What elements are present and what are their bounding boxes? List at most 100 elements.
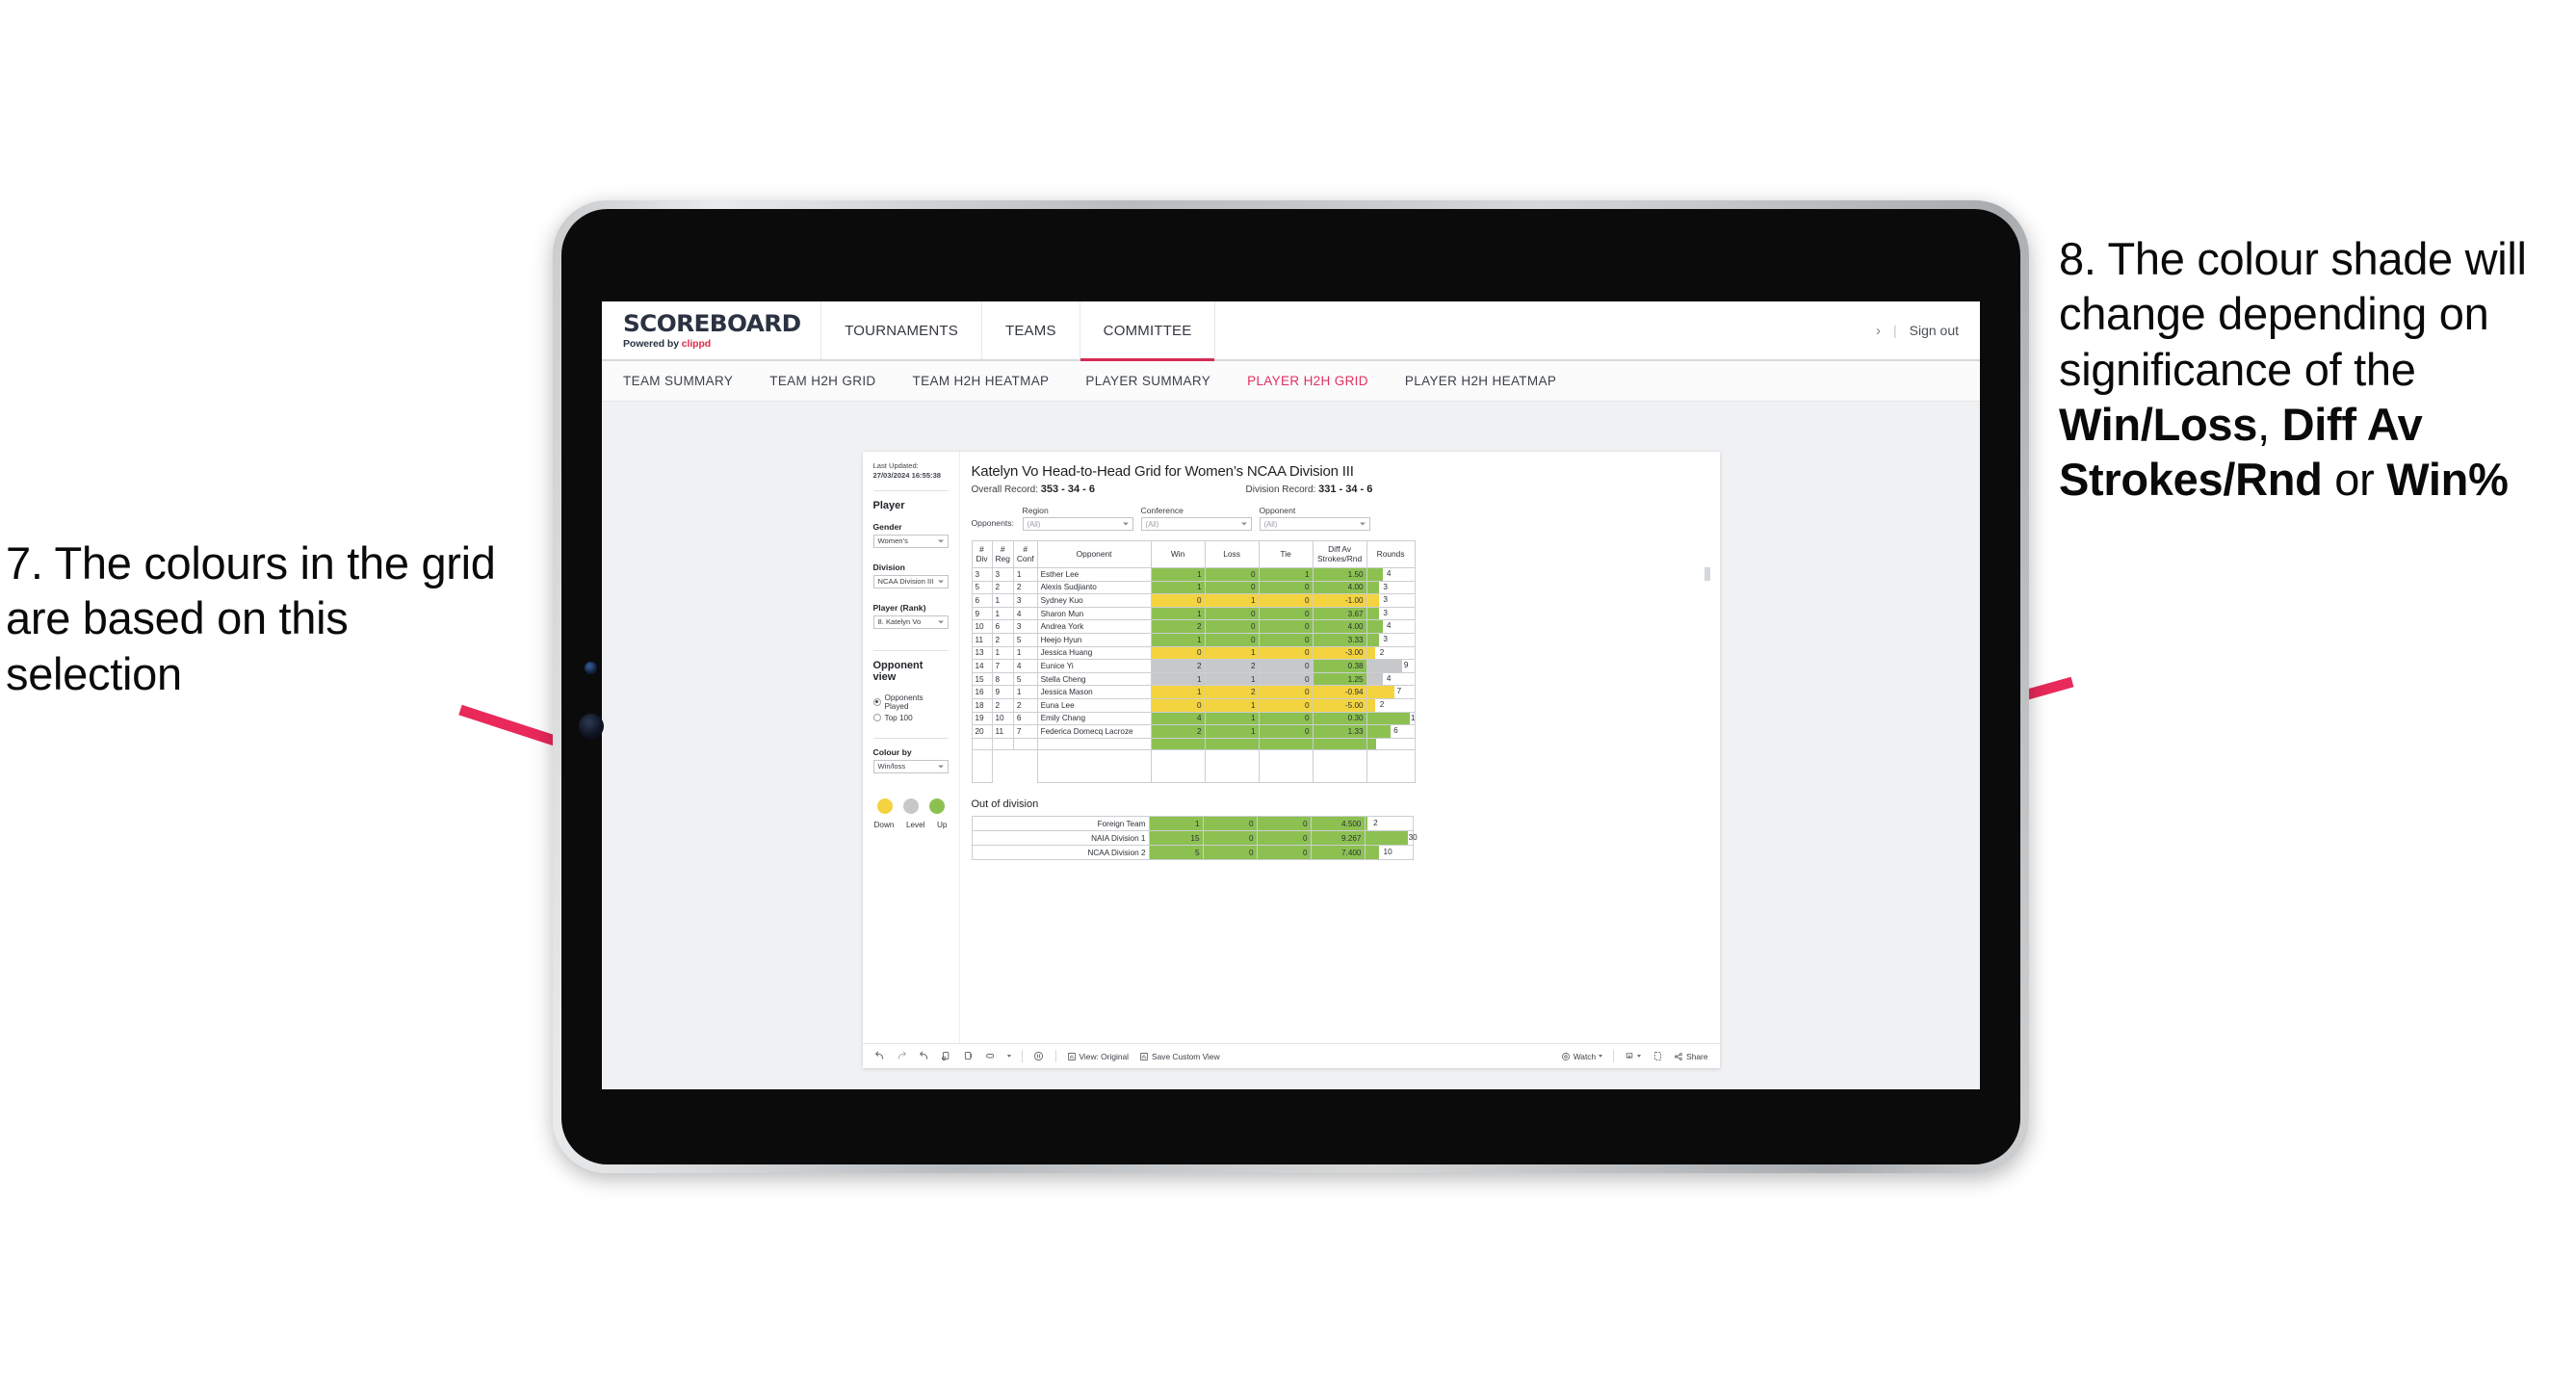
cell-opponent: Eunice Yi (1036, 659, 1152, 673)
cell-div: 3 (971, 567, 993, 582)
cell-opponent: Alexis Sudjianto (1036, 580, 1152, 595)
player-rank-select[interactable]: 8. Katelyn Vo (872, 615, 949, 629)
legend-label-level: Level (905, 820, 925, 829)
annotation-left: 7. The colours in the grid are based on … (6, 537, 496, 699)
rounds-bar (1367, 686, 1395, 698)
cell-tie: 0 (1258, 711, 1314, 726)
view-original-button[interactable]: View: Original (1067, 1051, 1130, 1061)
subnav-item-team-h2h-heatmap[interactable]: TEAM H2H HEATMAP (913, 374, 1050, 388)
table-row[interactable]: 14 7 4 Eunice Yi 2 2 0 0.38 9 (971, 659, 1416, 673)
division-value: NCAA Division III (877, 577, 934, 586)
save-custom-view-button[interactable]: Save Custom View (1139, 1052, 1220, 1061)
fullscreen-icon[interactable] (1652, 1051, 1663, 1062)
out-of-division-row[interactable]: NAIA Division 1 15 0 0 9.267 30 (971, 830, 1418, 847)
brand-title: SCOREBOARD (623, 309, 801, 337)
share-button[interactable]: Share (1674, 1052, 1708, 1061)
highlight-icon[interactable] (985, 1051, 997, 1062)
cell-conf: 1 (1012, 645, 1038, 661)
conference-select[interactable]: (All) (1140, 517, 1252, 531)
conference-label: Conference (1140, 506, 1184, 515)
table-row[interactable]: 3 3 1 Esther Lee 1 0 1 1.50 4 (971, 567, 1416, 582)
opponent-select[interactable]: (All) (1259, 517, 1370, 531)
subnav-item-team-summary[interactable]: TEAM SUMMARY (623, 374, 733, 388)
cell-opponent: Andrea York (1036, 619, 1152, 634)
topnav-item-tournaments[interactable]: TOURNAMENTS (821, 301, 982, 359)
cell-div: 13 (971, 645, 993, 661)
cell-ood-win: 15 (1148, 830, 1204, 847)
rounds-value: 7 (1396, 687, 1402, 696)
watch-button[interactable]: Watch (1561, 1052, 1603, 1061)
cell-conf: 1 (1012, 685, 1038, 699)
rounds-bar (1367, 673, 1383, 685)
cell-rounds: 3 (1366, 632, 1416, 647)
division-select[interactable]: NCAA Division III (872, 574, 949, 588)
cell-rounds: 3 (1366, 580, 1416, 595)
table-row[interactable]: 13 1 1 Jessica Huang 0 1 0 -3.00 2 (971, 645, 1416, 661)
region-select[interactable]: (All) (1022, 517, 1133, 531)
cell-tie: 0 (1258, 724, 1314, 739)
records-row: Overall Record: 353 - 34 - 6 Division Re… (972, 484, 1704, 495)
radio-top-100[interactable]: Top 100 (872, 714, 949, 722)
table-row[interactable]: 19106Emily Chang4100.3011 (971, 711, 1416, 726)
subnav-item-player-h2h-heatmap[interactable]: PLAYER H2H HEATMAP (1405, 374, 1556, 388)
header-reg: # Reg (991, 540, 1014, 568)
cell-diff: -1.00 (1312, 593, 1367, 608)
chevron-down-icon[interactable] (1006, 1055, 1011, 1058)
subnav-item-team-h2h-grid[interactable]: TEAM H2H GRID (769, 374, 875, 388)
cell-win: 2 (1150, 659, 1206, 673)
undo-icon[interactable] (874, 1051, 886, 1062)
cell-tie: 0 (1258, 671, 1314, 687)
gender-select[interactable]: Women’s (872, 534, 949, 548)
cell-tie: 0 (1258, 697, 1314, 713)
out-of-division-row[interactable]: NCAA Division 2 5 0 0 7.400 10 (971, 845, 1414, 861)
chevron-right-icon[interactable]: › (1876, 323, 1881, 339)
colour-by-select[interactable]: Win/loss (872, 759, 949, 773)
cell-diff: 1.25 (1312, 671, 1367, 687)
cell-opponent: Stella Cheng (1036, 671, 1152, 687)
table-row[interactable]: 6 1 3 Sydney Kuo 0 1 0 -1.00 3 (971, 593, 1416, 608)
cell-ood-win: 1 (1148, 816, 1204, 832)
cell-ood-name: NAIA Division 1 (971, 830, 1150, 847)
rounds-value: 4 (1386, 621, 1392, 631)
chevron-down-icon (1240, 522, 1247, 526)
pause-auto-update-icon[interactable] (1033, 1051, 1045, 1062)
view-original-label: View: Original (1079, 1051, 1130, 1061)
redo-icon[interactable] (897, 1051, 908, 1062)
table-row[interactable]: 9 1 4 Sharon Mun 1 0 0 3.67 3 (971, 606, 1416, 621)
toolbar-divider-3 (1613, 1050, 1615, 1062)
table-row[interactable]: 10 6 3 Andrea York 2 0 0 4.00 4 (971, 619, 1416, 634)
cell-opponent: Sydney Kuo (1036, 593, 1152, 608)
vertical-scrollbar[interactable] (1704, 567, 1710, 581)
cell-div: 15 (971, 671, 993, 687)
table-row[interactable]: 18 2 2 Euna Lee 0 1 0 -5.00 2 (971, 697, 1416, 713)
annotation-right-line1: 8. The colour shade will change dependin… (2059, 233, 2527, 395)
annotation-right-mid2: or (2322, 454, 2387, 506)
table-row[interactable]: 5 2 2 Alexis Sudjianto 1 0 0 4.00 3 (971, 580, 1416, 595)
pause-data-icon[interactable] (963, 1051, 975, 1062)
cell-reg: 2 (991, 580, 1014, 595)
h2h-grid-table: # Div # Reg # Conf Opponent Win Loss Tie Di… (971, 540, 1416, 784)
overall-record-value: 353 - 34 - 6 (1040, 484, 1096, 495)
subnav-item-player-h2h-grid[interactable]: PLAYER H2H GRID (1247, 374, 1368, 388)
cell-tie: 1 (1258, 567, 1314, 582)
table-row[interactable]: 11 2 5 Heejo Hyun 1 0 0 3.33 3 (971, 632, 1416, 647)
table-row[interactable]: 20 11 7 Federica Domecq Lacroze 2 1 0 1.33 6 (971, 724, 1416, 739)
table-row[interactable]: 15 8 5 Stella Cheng 1 1 0 1.25 4 (971, 671, 1416, 687)
sidebar-divider-1 (872, 489, 949, 491)
topnav-item-committee[interactable]: COMMITTEE (1080, 301, 1216, 361)
refresh-data-icon[interactable] (941, 1051, 952, 1062)
brand-logo[interactable]: SCOREBOARD Powered by clippd (602, 301, 822, 359)
table-header-row: # Div # Reg # Conf Opponent Win Loss Tie Di… (971, 540, 1416, 568)
cell-loss: 0 (1204, 606, 1260, 621)
download-button[interactable] (1625, 1052, 1642, 1061)
legend-dot-up (928, 798, 945, 814)
radio-opponents-played[interactable]: Opponents Played (872, 693, 949, 711)
out-of-division-row[interactable]: Foreign Team 1 0 0 4.500 2 (971, 816, 1414, 832)
table-row[interactable]: 16 9 1 Jessica Mason 1 2 0 -0.94 7 (971, 685, 1416, 699)
topnav-item-teams[interactable]: TEAMS (982, 301, 1080, 359)
main-panel: Katelyn Vo Head-to-Head Grid for Women’s… (960, 452, 1720, 1043)
subnav-item-player-summary[interactable]: PLAYER SUMMARY (1085, 374, 1210, 388)
revert-icon[interactable] (919, 1051, 930, 1062)
sign-out-button[interactable]: Sign out (1910, 323, 1959, 338)
